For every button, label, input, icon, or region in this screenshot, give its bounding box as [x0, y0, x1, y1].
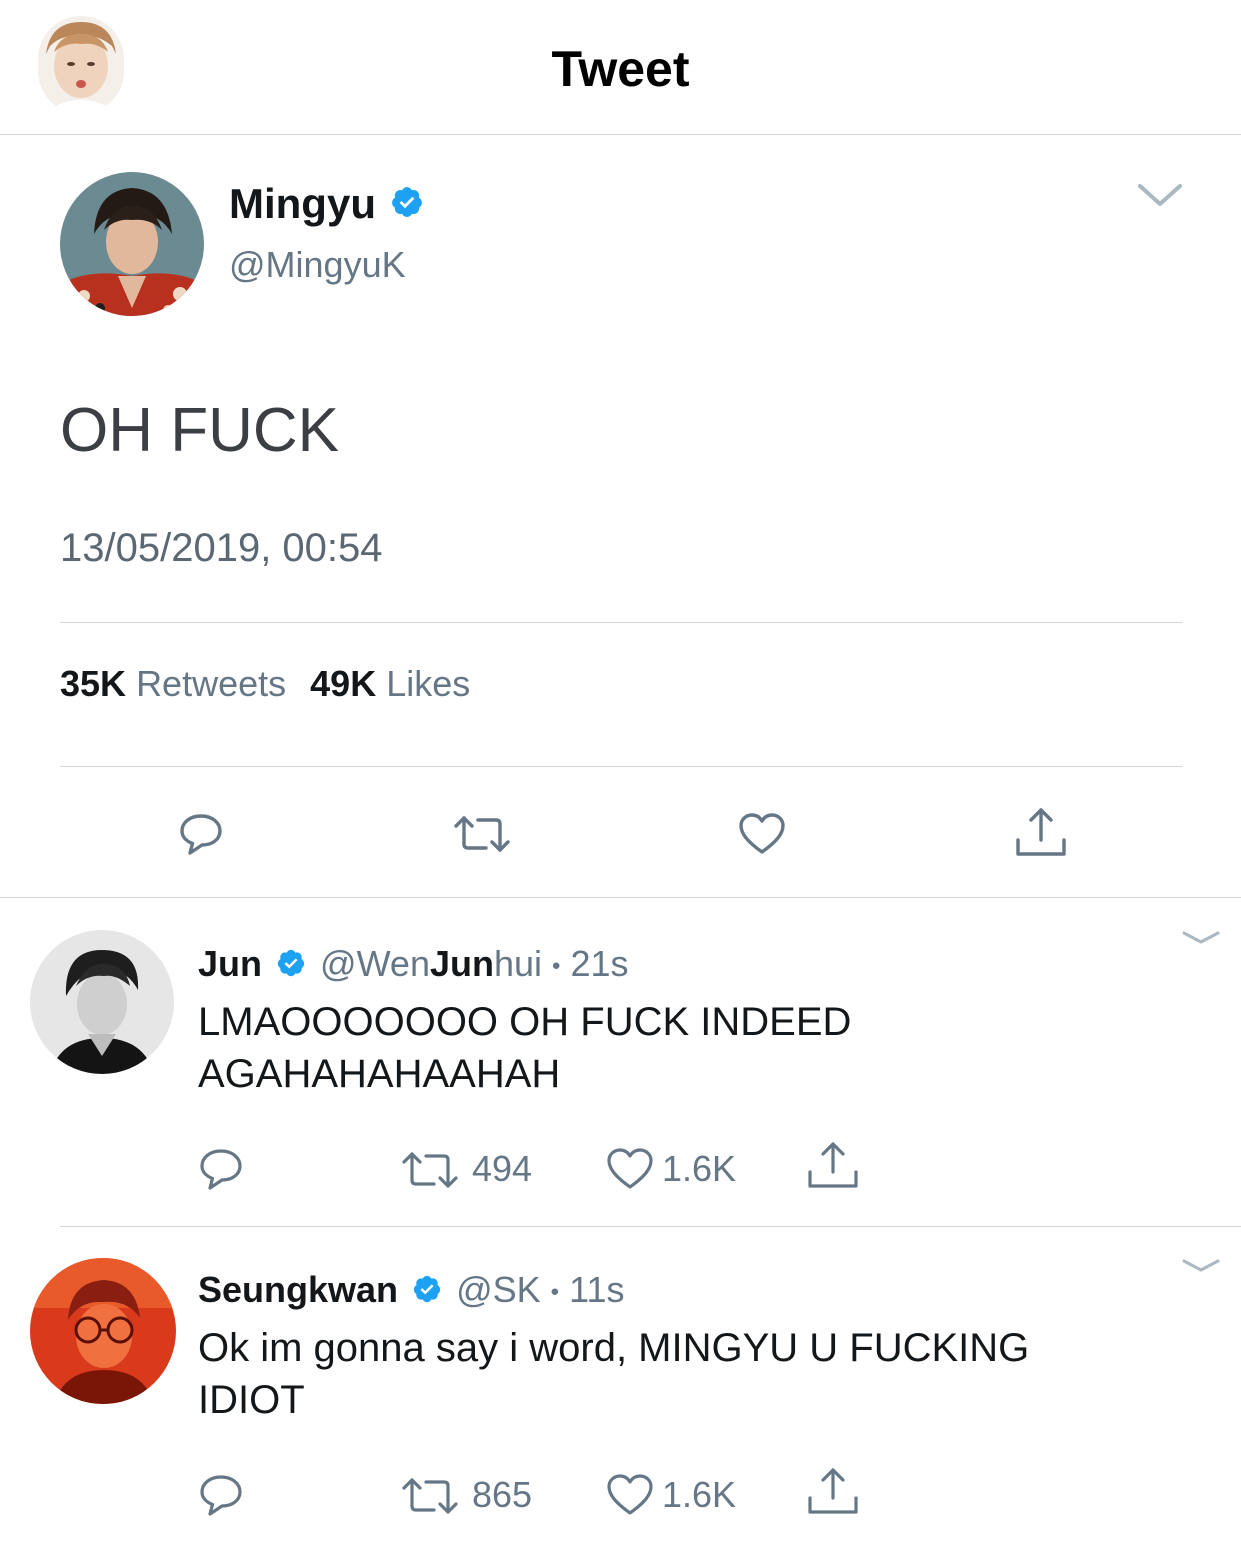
reply-text-line: LMAOOOOOOO OH FUCK INDEED [198, 1000, 852, 1044]
stats-divider [60, 766, 1182, 767]
timestamp-divider [60, 622, 1182, 623]
likes-label: Likes [386, 663, 471, 704]
retweets-stat[interactable]: 35K Retweets [60, 663, 296, 704]
retweets-count: 35K [60, 663, 127, 704]
reply-handle-prefix: @Wen [320, 943, 430, 984]
author-avatar[interactable] [60, 172, 204, 316]
chevron-down-icon[interactable] [1136, 178, 1184, 212]
reply-display-name[interactable]: Jun [198, 943, 262, 984]
reply-display-name[interactable]: Seungkwan [198, 1269, 398, 1310]
retweet-icon[interactable] [400, 1476, 460, 1516]
reply-handle-bold: Jun [429, 943, 494, 984]
reply-handle-suffix: hui [493, 943, 543, 984]
tweet-text: OH FUCK [60, 396, 339, 465]
heart-icon[interactable] [606, 1148, 654, 1190]
reply-icon[interactable] [198, 1148, 244, 1190]
reply-time: 11s [569, 1269, 625, 1310]
reply-icon[interactable] [198, 1474, 244, 1516]
verified-badge-icon [412, 1270, 442, 1314]
tweet-timestamp: 13/05/2019, 00:54 [60, 526, 383, 570]
share-icon[interactable] [806, 1466, 860, 1516]
reply-separator: • [552, 952, 561, 980]
author-display-name[interactable]: Mingyu [229, 180, 376, 227]
author-handle[interactable]: @MingyuK [229, 244, 406, 286]
retweet-count: 865 [472, 1474, 533, 1515]
like-count: 1.6K [662, 1148, 737, 1189]
verified-badge-icon [390, 185, 424, 224]
share-icon[interactable] [806, 1140, 860, 1190]
reply-avatar[interactable] [30, 1258, 176, 1404]
retweets-label: Retweets [136, 663, 287, 704]
reply-text-line: IDIOT [198, 1378, 305, 1422]
chevron-down-icon[interactable] [1181, 1256, 1221, 1276]
reply-avatar-image [30, 1258, 176, 1404]
reply-avatar[interactable] [30, 930, 174, 1074]
author-avatar-image [60, 172, 204, 316]
header-divider [0, 134, 1241, 135]
heart-icon[interactable] [738, 812, 786, 856]
reply-icon[interactable] [178, 812, 224, 856]
reply-header: Jun @WenJunhui • 21s [198, 942, 629, 988]
heart-icon[interactable] [606, 1474, 654, 1516]
likes-stat[interactable]: 49K Likes [310, 663, 470, 704]
share-icon[interactable] [1014, 806, 1068, 858]
reply-time: 21s [570, 943, 629, 984]
retweet-icon[interactable] [400, 1150, 460, 1190]
reply-handle[interactable]: @WenJunhui [320, 943, 542, 984]
engagement-stats: 35K Retweets 49K Likes [60, 662, 470, 706]
reply-text-line: AGAHAHAHAAHAH [198, 1052, 561, 1096]
page-title: Tweet [551, 41, 690, 97]
main-tweet-bottom-divider [0, 897, 1241, 898]
reply-text: LMAOOOOOOO OH FUCK INDEED AGAHAHAHAAHAH [198, 996, 851, 1100]
reply-separator: • [550, 1278, 560, 1306]
verified-badge-icon [276, 944, 306, 988]
retweet-icon[interactable] [452, 814, 512, 854]
reply-text-line: Ok im gonna say i word, MINGYU U FUCKING [198, 1326, 1030, 1370]
reply-avatar-image [30, 930, 174, 1074]
reply-handle[interactable]: @SK [456, 1269, 541, 1310]
chevron-down-icon[interactable] [1181, 928, 1221, 948]
likes-count: 49K [310, 663, 377, 704]
retweet-count: 494 [472, 1148, 533, 1189]
like-count: 1.6K [662, 1474, 737, 1515]
reply-divider [60, 1226, 1241, 1227]
reply-text: Ok im gonna say i word, MINGYU U FUCKING… [198, 1322, 1029, 1426]
author-name-row: Mingyu [229, 180, 424, 228]
reply-header: Seungkwan @SK • 11s [198, 1268, 624, 1314]
